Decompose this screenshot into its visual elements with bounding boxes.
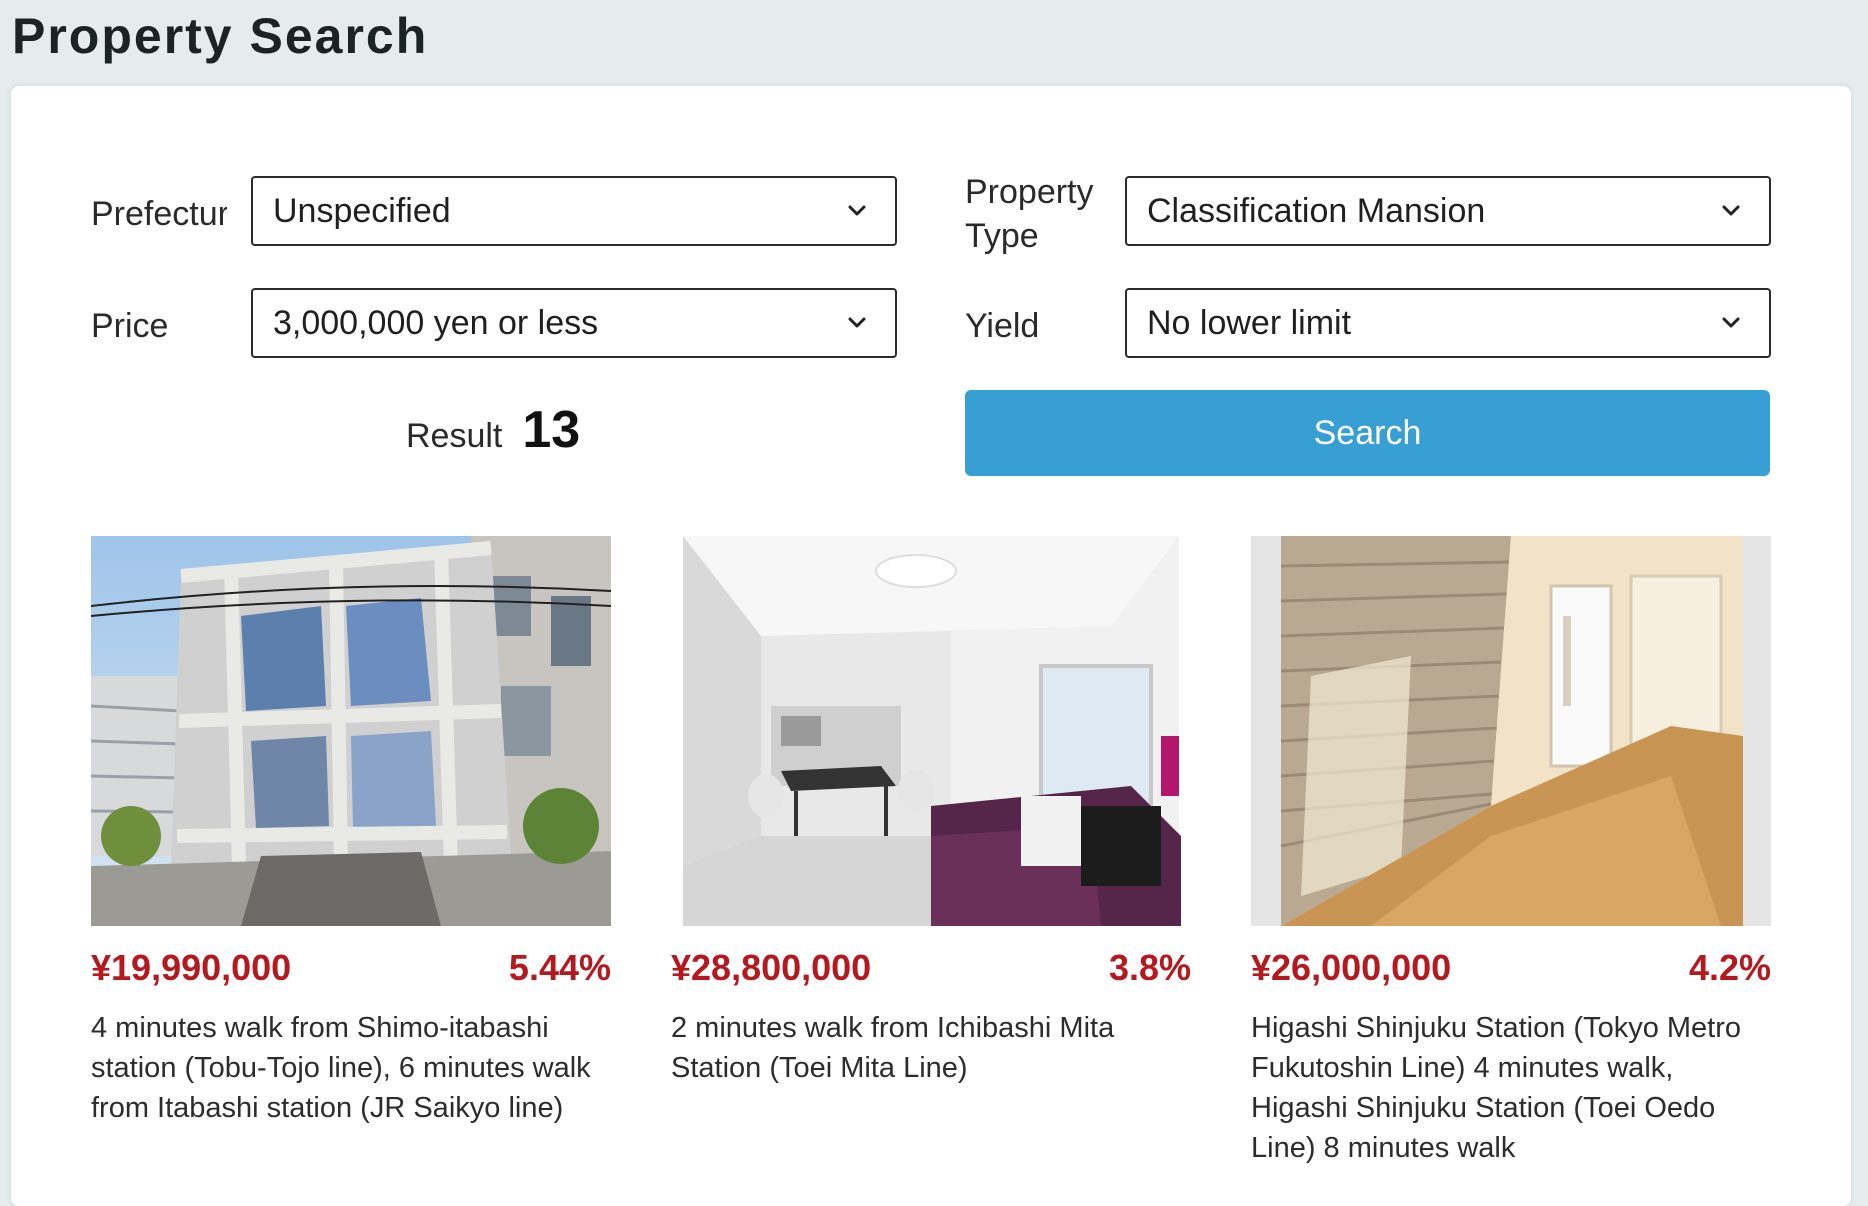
chevron-down-icon <box>848 205 866 216</box>
chevron-down-icon <box>848 317 866 328</box>
price-value: 3,000,000 yen or less <box>273 304 599 342</box>
yield-select[interactable]: No lower limit <box>1125 288 1771 358</box>
property-type-label-line1: Property <box>965 173 1094 211</box>
listing-price-row: ¥19,990,000 5.44% <box>91 938 611 998</box>
listing-photo-living-room[interactable] <box>671 536 1191 926</box>
listing-price: ¥19,990,000 <box>91 947 292 988</box>
search-button[interactable]: Search <box>965 390 1770 476</box>
chevron-down-icon <box>1722 317 1740 328</box>
listing-photo-building-exterior[interactable] <box>91 536 611 926</box>
yield-value: No lower limit <box>1147 304 1352 342</box>
listing-yield: 4.2% <box>1688 947 1771 988</box>
listing-price: ¥28,800,000 <box>671 947 872 988</box>
result-summary: Result 13 <box>406 400 580 470</box>
prefectures-select[interactable]: Unspecified <box>251 176 897 246</box>
listing-card[interactable]: ¥26,000,000 4.2% Higashi Shinjuku Statio… <box>1251 536 1771 1168</box>
prefectures-label: Prefectures <box>91 195 227 233</box>
prefectures-value: Unspecified <box>273 192 451 230</box>
result-count: 13 <box>522 401 581 459</box>
price-select[interactable]: 3,000,000 yen or less <box>251 288 897 358</box>
yield-label: Yield <box>965 307 1040 345</box>
listing-card[interactable]: ¥19,990,000 5.44% 4 minutes walk from Sh… <box>91 536 611 1128</box>
listing-price-row: ¥26,000,000 4.2% <box>1251 938 1771 998</box>
listing-description: Higashi Shinjuku Station (Tokyo Metro Fu… <box>1251 1012 1742 1164</box>
listing-photo-empty-room[interactable] <box>1251 536 1771 926</box>
listing-description: 2 minutes walk from Ichibashi Mita Stati… <box>671 1012 1115 1084</box>
result-label: Result <box>406 417 503 455</box>
listing-description: 4 minutes walk from Shimo-itabashi stati… <box>91 1012 591 1124</box>
listing-price-row: ¥28,800,000 3.8% <box>671 938 1191 998</box>
page-title: Property Search <box>12 8 429 64</box>
property-type-select[interactable]: Classification Mansion <box>1125 176 1771 246</box>
listing-card[interactable]: ¥28,800,000 3.8% 2 minutes walk from Ich… <box>671 536 1191 1088</box>
property-type-label: Property Type <box>965 170 1094 258</box>
property-type-label-line2: Type <box>965 217 1039 255</box>
chevron-down-icon <box>1722 205 1740 216</box>
property-type-value: Classification Mansion <box>1147 192 1486 230</box>
price-label: Price <box>91 307 169 345</box>
listing-yield: 5.44% <box>508 947 611 988</box>
listing-price: ¥26,000,000 <box>1251 947 1452 988</box>
listing-yield: 3.8% <box>1108 947 1191 988</box>
